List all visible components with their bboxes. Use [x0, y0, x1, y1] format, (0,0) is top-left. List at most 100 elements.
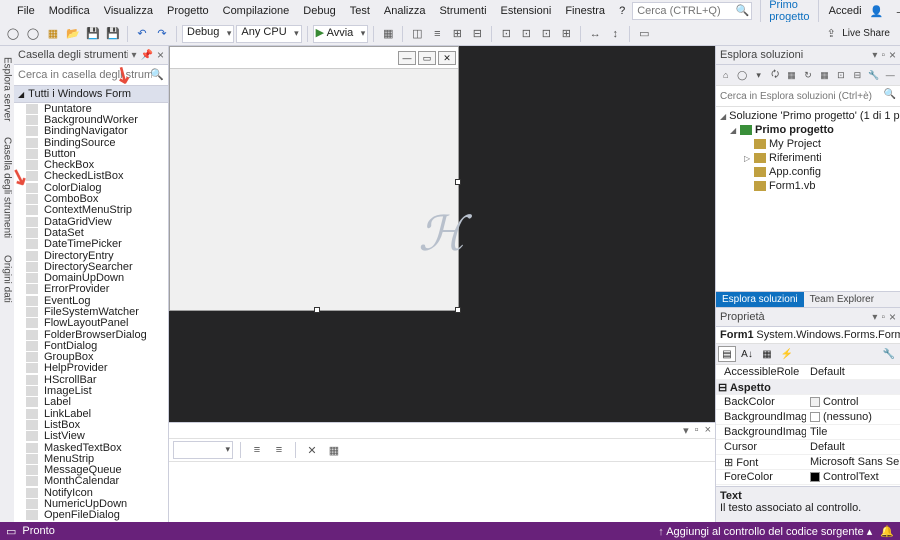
properties-grid[interactable]: AccessibleRoleDefault⊟ AspettoBackColorC…: [716, 365, 900, 486]
align-icon[interactable]: ⊡: [517, 25, 535, 43]
toolbox-item[interactable]: Puntatore: [14, 103, 168, 114]
toolbox-item[interactable]: FlowLayoutPanel: [14, 318, 168, 329]
dropdown-icon[interactable]: ▾: [683, 424, 689, 437]
toolbox-item[interactable]: MonthCalendar: [14, 476, 168, 487]
form-canvas[interactable]: — ▭ ✕: [169, 46, 459, 311]
toolbox-item[interactable]: MaskedTextBox: [14, 442, 168, 453]
toolbox-item[interactable]: GroupBox: [14, 352, 168, 363]
menu-modifica[interactable]: Modifica: [42, 2, 97, 20]
solution-search-input[interactable]: [718, 88, 898, 104]
menu-debug[interactable]: Debug: [296, 2, 342, 20]
toolbox-item[interactable]: BindingNavigator: [14, 126, 168, 137]
notifications-icon[interactable]: 🔔: [880, 525, 894, 538]
live-share-label[interactable]: Live Share: [842, 28, 890, 39]
align-icon[interactable]: ◫: [408, 25, 426, 43]
output-source-combo[interactable]: ▾: [173, 441, 233, 459]
menu-compilazione[interactable]: Compilazione: [216, 2, 297, 20]
tree-node[interactable]: My Project: [716, 137, 900, 151]
menu-analizza[interactable]: Analizza: [377, 2, 433, 20]
form-min-button[interactable]: —: [398, 51, 416, 65]
toolbox-item[interactable]: FileSystemWatcher: [14, 306, 168, 317]
toolbox-item[interactable]: Button: [14, 148, 168, 159]
categorized-icon[interactable]: ▤: [718, 346, 736, 362]
dropdown-icon[interactable]: ▾: [872, 50, 877, 61]
menu-file[interactable]: File: [10, 2, 42, 20]
tb-icon[interactable]: ▦: [379, 25, 397, 43]
toolbox-item[interactable]: MenuStrip: [14, 453, 168, 464]
sync-icon[interactable]: 🗘: [767, 67, 782, 83]
source-control-button[interactable]: ↑ Aggiungi al controllo del codice sorge…: [658, 525, 872, 538]
menu-finestra[interactable]: Finestra: [558, 2, 612, 20]
align-icon[interactable]: ≡: [428, 25, 446, 43]
align-icon[interactable]: ↔: [586, 25, 604, 43]
toolbox-item[interactable]: BackgroundWorker: [14, 114, 168, 125]
undo-icon[interactable]: ↶: [133, 25, 151, 43]
quick-search[interactable]: 🔍: [632, 2, 752, 20]
menu-test[interactable]: Test: [343, 2, 377, 20]
menu-strumenti[interactable]: Strumenti: [432, 2, 493, 20]
project-node[interactable]: ◢Primo progetto: [716, 123, 900, 137]
pin-icon[interactable]: ▫: [881, 312, 885, 323]
platform-combo[interactable]: Any CPU▾: [236, 25, 301, 43]
toolbox-item[interactable]: HelpProvider: [14, 363, 168, 374]
toolbox-item[interactable]: ImageList: [14, 385, 168, 396]
live-share-icon[interactable]: ⇪: [822, 25, 840, 43]
rail-tab[interactable]: Casella degli strumenti: [0, 130, 15, 245]
toolbox-item[interactable]: FontDialog: [14, 340, 168, 351]
toolbox-item[interactable]: PageSetupDialog: [14, 521, 168, 522]
toolbox-item[interactable]: CheckedListBox: [14, 171, 168, 182]
toolbox-item[interactable]: OpenFileDialog: [14, 510, 168, 521]
property-pages-icon[interactable]: 🔧: [880, 346, 898, 362]
tree-node[interactable]: ▷Riferimenti: [716, 151, 900, 165]
tb-icon[interactable]: ◯: [734, 67, 749, 83]
align-icon[interactable]: ⊞: [557, 25, 575, 43]
alphabetical-icon[interactable]: A↓: [738, 346, 756, 362]
align-icon[interactable]: ↕: [606, 25, 624, 43]
pin-icon[interactable]: ▫: [881, 50, 885, 61]
tree-node[interactable]: Form1.vb: [716, 179, 900, 193]
tb-icon[interactable]: ▦: [325, 441, 343, 459]
toolbox-item[interactable]: NumericUpDown: [14, 498, 168, 509]
toolbox-item[interactable]: DataGridView: [14, 216, 168, 227]
quick-search-input[interactable]: [632, 2, 752, 20]
toolbox-item[interactable]: ColorDialog: [14, 182, 168, 193]
toolbox-item[interactable]: DateTimePicker: [14, 239, 168, 250]
home-icon[interactable]: ⌂: [718, 67, 733, 83]
toolbox-item[interactable]: BindingSource: [14, 137, 168, 148]
property-row[interactable]: BackgroundImage(nessuno): [716, 410, 900, 425]
tb-icon[interactable]: ▾: [751, 67, 766, 83]
minimize-button[interactable]: —: [891, 4, 900, 19]
events-icon[interactable]: ⚡: [778, 346, 796, 362]
toolbox-category[interactable]: ◢ Tutti i Windows Form: [14, 86, 168, 103]
toolbox-item[interactable]: MessageQueue: [14, 465, 168, 476]
nav-fwd-icon[interactable]: ◯: [24, 25, 42, 43]
refresh-icon[interactable]: ↻: [800, 67, 815, 83]
toolbox-item[interactable]: HScrollBar: [14, 374, 168, 385]
form-designer[interactable]: — ▭ ✕ ℋ: [169, 46, 715, 422]
tb-icon[interactable]: ≡: [248, 441, 266, 459]
tree-node[interactable]: App.config: [716, 165, 900, 179]
solution-root[interactable]: ◢Soluzione 'Primo progetto' (1 di 1 prog…: [716, 109, 900, 123]
toolbox-item[interactable]: ComboBox: [14, 193, 168, 204]
close-icon[interactable]: ×: [889, 48, 896, 62]
sign-in-link[interactable]: Accedi: [829, 5, 862, 17]
pin-icon[interactable]: 📌: [141, 50, 153, 61]
align-icon[interactable]: ⊞: [448, 25, 466, 43]
toolbox-item[interactable]: DataSet: [14, 227, 168, 238]
config-combo[interactable]: Debug▾: [182, 25, 234, 43]
property-row[interactable]: ForeColorControlText: [716, 470, 900, 485]
tb-icon[interactable]: —: [883, 67, 898, 83]
form-max-button[interactable]: ▭: [418, 51, 436, 65]
toolbox-item[interactable]: FolderBrowserDialog: [14, 329, 168, 340]
toolbox-item[interactable]: DirectoryEntry: [14, 250, 168, 261]
tab-team-explorer[interactable]: Team Explorer: [804, 292, 880, 307]
dropdown-icon[interactable]: ▾: [132, 50, 137, 61]
menu-visualizza[interactable]: Visualizza: [97, 2, 160, 20]
tab-solution-explorer[interactable]: Esplora soluzioni: [716, 292, 804, 307]
form-client-area[interactable]: [170, 69, 458, 310]
toolbox-item[interactable]: EventLog: [14, 295, 168, 306]
menu-estensioni[interactable]: Estensioni: [494, 2, 559, 20]
save-all-icon[interactable]: 💾: [104, 25, 122, 43]
rail-tab[interactable]: Origini dati: [0, 248, 15, 310]
redo-icon[interactable]: ↷: [153, 25, 171, 43]
